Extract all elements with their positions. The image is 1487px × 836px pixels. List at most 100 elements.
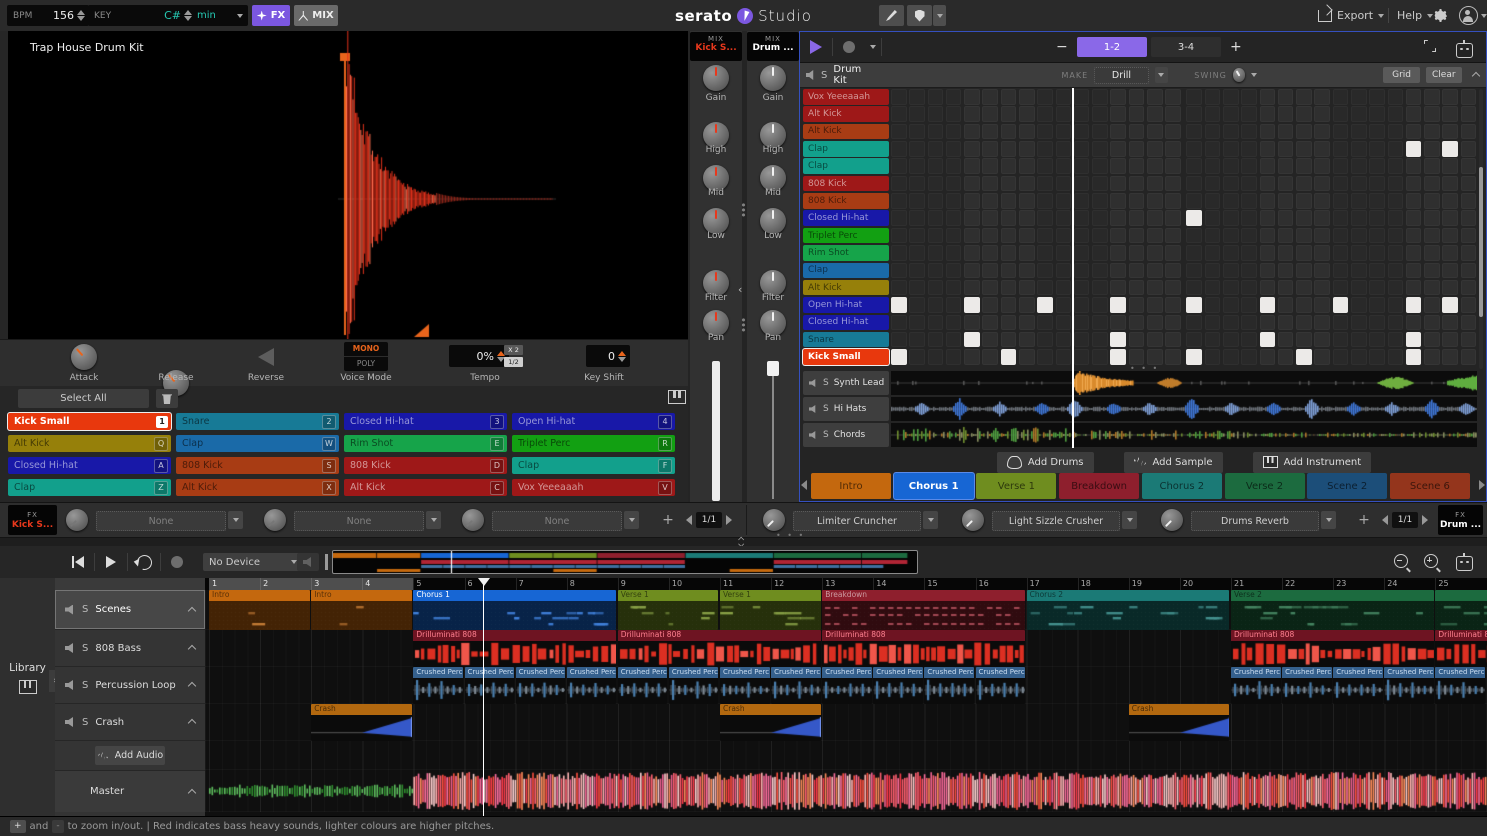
step-cell[interactable] [982, 280, 998, 296]
step-cell[interactable] [1019, 228, 1035, 244]
drum-fx-slot-3-select[interactable]: Drums Reverb [1191, 511, 1319, 531]
step-cell[interactable] [1369, 332, 1385, 348]
step-cell[interactable] [1165, 106, 1181, 122]
mute-icon[interactable] [809, 379, 817, 387]
key-mode-select[interactable]: min [192, 5, 248, 26]
step-cell[interactable] [1314, 210, 1330, 226]
step-cell[interactable] [891, 280, 907, 296]
step-cell[interactable] [964, 332, 980, 348]
step-cell[interactable] [946, 124, 962, 140]
perc-clip[interactable]: Crushed Perc [771, 667, 821, 704]
step-cell[interactable] [1333, 228, 1349, 244]
step-cell[interactable] [1314, 280, 1330, 296]
step-cell[interactable] [1278, 315, 1294, 331]
step-cell[interactable] [1165, 141, 1181, 157]
step-cell[interactable] [1074, 124, 1090, 140]
scene-clip-chorus-2[interactable]: Chorus 2 [1027, 590, 1230, 630]
step-cell[interactable] [1056, 193, 1072, 209]
step-cell[interactable] [1442, 89, 1458, 105]
pattern-page-3-4[interactable]: 3-4 [1151, 37, 1221, 57]
step-cell[interactable] [1001, 297, 1017, 313]
scene-clip-breakdown[interactable]: Breakdown [822, 590, 1025, 630]
step-cell[interactable] [1461, 158, 1477, 174]
step-cell[interactable] [1186, 193, 1202, 209]
step-cell[interactable] [1442, 158, 1458, 174]
reverse-button[interactable] [258, 348, 274, 366]
make-style-dropdown[interactable] [1155, 67, 1169, 83]
step-cell[interactable] [1110, 176, 1126, 192]
step-cell[interactable] [1056, 349, 1072, 365]
step-cell[interactable] [1092, 228, 1108, 244]
step-cell[interactable] [1110, 315, 1126, 331]
step-cell[interactable] [891, 315, 907, 331]
step-cell[interactable] [891, 263, 907, 279]
step-cell[interactable] [1406, 158, 1422, 174]
step-cell[interactable] [1147, 228, 1163, 244]
step-cell[interactable] [1424, 106, 1440, 122]
step-cell[interactable] [1019, 332, 1035, 348]
step-cell[interactable] [1406, 263, 1422, 279]
drum-fx-slot-2-dropdown[interactable] [1122, 511, 1137, 529]
step-cell[interactable] [982, 245, 998, 261]
step-cell[interactable] [1092, 106, 1108, 122]
step-cell[interactable] [1461, 106, 1477, 122]
step-cell[interactable] [1424, 124, 1440, 140]
collapse-track-icon[interactable] [188, 607, 197, 613]
step-cell[interactable] [1461, 280, 1477, 296]
step-cell[interactable] [1241, 228, 1257, 244]
step-cell[interactable] [1037, 89, 1053, 105]
step-cell[interactable] [1278, 332, 1294, 348]
step-cell[interactable] [1296, 106, 1312, 122]
pad-808-kick[interactable]: 808 KickS [176, 457, 339, 474]
step-cell[interactable] [891, 349, 907, 365]
step-cell[interactable] [946, 332, 962, 348]
mute-icon[interactable] [809, 431, 817, 439]
step-cell[interactable] [1442, 176, 1458, 192]
step-cell[interactable] [1186, 263, 1202, 279]
step-cell[interactable] [1205, 176, 1221, 192]
perc-clip[interactable]: Crushed Perc [1435, 667, 1485, 704]
step-cell[interactable] [1110, 280, 1126, 296]
crash-clip[interactable]: Crash [311, 704, 412, 741]
step-cell[interactable] [891, 89, 907, 105]
step-cell[interactable] [982, 315, 998, 331]
piano-view-button[interactable] [668, 390, 686, 407]
track-header-crash[interactable]: SCrash [55, 704, 205, 741]
solo-button[interactable]: S [82, 643, 88, 654]
step-cell[interactable] [1314, 332, 1330, 348]
step-cell[interactable] [1333, 332, 1349, 348]
drum-fx-slot-1-dropdown[interactable] [923, 511, 938, 529]
step-cell[interactable] [964, 124, 980, 140]
step-cell[interactable] [1223, 106, 1239, 122]
step-cell[interactable] [1351, 332, 1367, 348]
step-cell[interactable] [1278, 280, 1294, 296]
step-cell[interactable] [964, 193, 980, 209]
step-cell[interactable] [1424, 280, 1440, 296]
sample-fx-slot-2-knob[interactable] [264, 509, 286, 531]
drum-fx-pager-next[interactable] [1422, 515, 1428, 525]
step-cell[interactable] [1241, 263, 1257, 279]
perc-clip[interactable]: Crushed Perc [516, 667, 566, 704]
fx-deck-kick[interactable]: FXKick S... [8, 505, 57, 535]
step-cell[interactable] [1333, 124, 1349, 140]
step-cell[interactable] [1019, 315, 1035, 331]
step-cell[interactable] [1461, 193, 1477, 209]
step-cell[interactable] [982, 210, 998, 226]
step-cell[interactable] [1205, 89, 1221, 105]
step-cell[interactable] [1278, 106, 1294, 122]
scene-clip-chorus-1[interactable]: Chorus 1 [413, 590, 616, 630]
step-cell[interactable] [1314, 158, 1330, 174]
step-cell[interactable] [909, 141, 925, 157]
step-cell[interactable] [1110, 141, 1126, 157]
step-cell[interactable] [909, 315, 925, 331]
step-cell[interactable] [1165, 176, 1181, 192]
step-cell[interactable] [946, 280, 962, 296]
key-shift-control[interactable]: 0 [586, 345, 630, 367]
step-cell[interactable] [1241, 89, 1257, 105]
step-cell[interactable] [1056, 280, 1072, 296]
step-cell[interactable] [1351, 193, 1367, 209]
step-cell[interactable] [1406, 89, 1422, 105]
step-cell[interactable] [946, 176, 962, 192]
scene-tab-scene-2[interactable]: Scene 2 [1307, 473, 1387, 499]
step-cell[interactable] [1186, 106, 1202, 122]
